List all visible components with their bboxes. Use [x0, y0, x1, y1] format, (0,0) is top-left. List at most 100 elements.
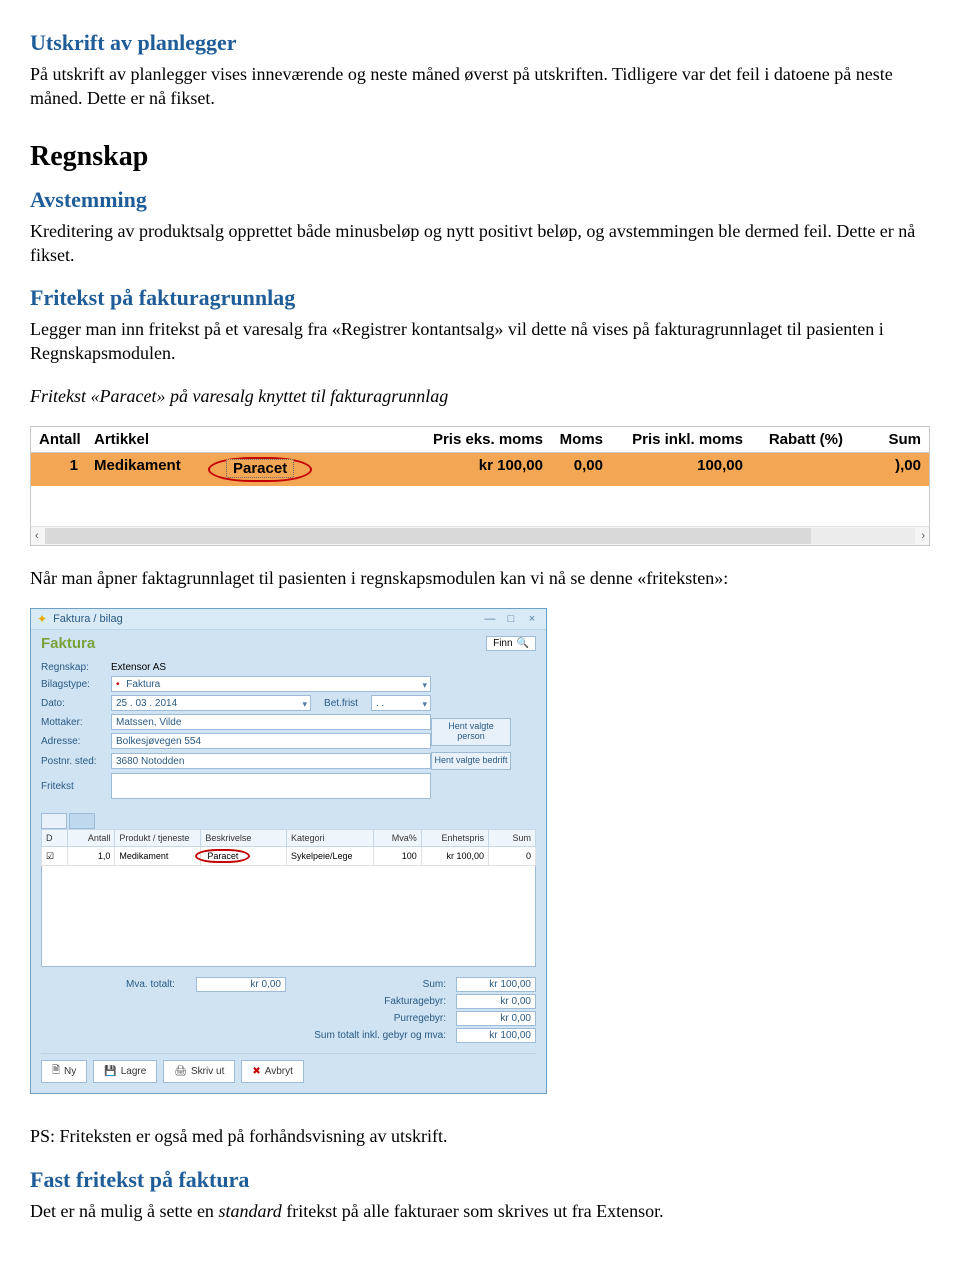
col-fritekst — [216, 427, 401, 452]
paragraph: Når man åpner faktagrunnlaget til pasien… — [30, 566, 930, 590]
cell-artikkel: Medikament — [86, 453, 216, 486]
lagre-button[interactable]: 💾 Lagre — [93, 1060, 157, 1083]
window-title: Faktura / bilag — [53, 613, 480, 625]
label-postnr: Postnr. sted: — [41, 756, 111, 767]
value-fakturagebyr: kr 0,00 — [456, 994, 536, 1009]
avbryt-label: Avbryt — [265, 1066, 293, 1077]
bilagstype-dropdown[interactable]: • Faktura — [111, 676, 431, 692]
scroll-left-icon[interactable]: ‹ — [31, 530, 43, 542]
item-tabs — [41, 813, 536, 829]
postnr-field[interactable]: 3680 Notodden — [111, 753, 431, 769]
highlighted-fritekst: Paracet — [226, 459, 294, 478]
skriv-ut-button[interactable]: 🖨 Skriv ut — [163, 1060, 235, 1083]
save-icon: 💾 — [104, 1066, 116, 1077]
betfrist-field[interactable]: . . — [371, 695, 431, 711]
cell-sum: 0 — [489, 847, 536, 866]
faktura-window: ✦ Faktura / bilag — □ × Faktura Finn 🔍 R… — [30, 608, 547, 1094]
hent-person-button[interactable]: Hent valgte person — [431, 718, 511, 746]
lagre-label: Lagre — [121, 1066, 147, 1077]
col-rabatt: Rabatt (%) — [751, 427, 851, 452]
scroll-thumb[interactable] — [45, 528, 811, 544]
window-close-icon[interactable]: × — [524, 613, 540, 625]
label-betfrist: Bet.frist — [311, 698, 371, 709]
print-icon: 🖨 — [174, 1066, 187, 1077]
cell-check[interactable]: ☑ — [42, 847, 68, 866]
col-pris-inkl: Pris inkl. moms — [611, 427, 751, 452]
heading-utskrift: Utskrift av planlegger — [30, 30, 930, 56]
cell-beskrivelse: Paracet — [201, 847, 287, 866]
col-antall: Antall — [68, 830, 115, 847]
table-row[interactable]: 1 Medikament Paracet kr 100,00 0,00 100,… — [31, 453, 929, 486]
scroll-right-icon[interactable]: › — [917, 530, 929, 542]
cell-rabatt — [751, 453, 851, 486]
fritekst-field[interactable] — [111, 773, 431, 799]
cell-pris-eks: kr 100,00 — [401, 453, 551, 486]
heading-regnskap: Regnskap — [30, 141, 930, 173]
col-mva: Mva% — [374, 830, 422, 847]
label-sum-totalt: Sum totalt inkl. gebyr og mva: — [296, 1030, 446, 1041]
items-blank-area — [41, 866, 536, 967]
scroll-track[interactable] — [45, 528, 916, 544]
table-screenshot: Antall Artikkel Pris eks. moms Moms Pris… — [30, 426, 930, 546]
value-purregebyr: kr 0,00 — [456, 1011, 536, 1026]
text-em: standard — [218, 1201, 281, 1221]
cell-antall: 1 — [31, 453, 86, 486]
value-sum-totalt: kr 100,00 — [456, 1028, 536, 1043]
cell-enhetspris: kr 100,00 — [421, 847, 488, 866]
label-dato: Dato: — [41, 698, 111, 709]
label-bilagstype: Bilagstype: — [41, 679, 111, 690]
paragraph: Legger man inn fritekst på et varesalg f… — [30, 317, 930, 366]
label-adresse: Adresse: — [41, 736, 111, 747]
col-pris-eks: Pris eks. moms — [401, 427, 551, 452]
hent-bedrift-button[interactable]: Hent valgte bedrift — [431, 752, 511, 770]
window-titlebar[interactable]: ✦ Faktura / bilag — □ × — [31, 609, 546, 630]
col-antall: Antall — [31, 427, 86, 452]
col-check: D — [42, 830, 68, 847]
horizontal-scrollbar[interactable]: ‹ › — [31, 526, 929, 545]
totals-section: Mva. totalt: kr 0,00 Sum: kr 100,00 Fakt… — [41, 977, 536, 1043]
paragraph-ps: PS: Friteksten er også med på forhåndsvi… — [30, 1124, 930, 1148]
col-artikkel: Artikkel — [86, 427, 216, 452]
ny-button[interactable]: 🗎 Ny — [41, 1060, 87, 1083]
cell-antall: 1,0 — [68, 847, 115, 866]
col-produkt: Produkt / tjeneste — [115, 830, 201, 847]
paragraph: På utskrift av planlegger vises innevære… — [30, 62, 930, 111]
dato-field[interactable]: 25 . 03 . 2014 — [111, 695, 311, 711]
finn-label: Finn — [493, 638, 512, 649]
cell-kategori: Sykelpeie/Lege — [287, 847, 374, 866]
col-sum: Sum — [489, 830, 536, 847]
label-mva-totalt: Mva. totalt: — [126, 979, 186, 990]
text-post: fritekst på alle fakturaer som skrives u… — [282, 1201, 664, 1221]
caption: Fritekst «Paracet» på varesalg knyttet t… — [30, 384, 930, 408]
cell-sum: ),00 — [851, 453, 929, 486]
items-row[interactable]: ☑ 1,0 Medikament Paracet Sykelpeie/Lege … — [42, 847, 536, 866]
label-purregebyr: Purregebyr: — [296, 1013, 446, 1024]
heading-fritekst-grunnlag: Fritekst på fakturagrunnlag — [30, 285, 930, 311]
cell-moms: 0,00 — [551, 453, 611, 486]
window-minimize-icon[interactable]: — — [482, 613, 498, 625]
col-beskrivelse: Beskrivelse — [201, 830, 287, 847]
label-mottaker: Mottaker: — [41, 717, 111, 728]
label-fakturagebyr: Fakturagebyr: — [296, 996, 446, 1007]
adresse-field[interactable]: Bolkesjøvegen 554 — [111, 733, 431, 749]
bilagstype-value: Faktura — [126, 679, 160, 690]
label-sum: Sum: — [296, 979, 446, 990]
value-sum: kr 100,00 — [456, 977, 536, 992]
heading-avstemming: Avstemming — [30, 187, 930, 213]
paragraph: Det er nå mulig å sette en standard frit… — [30, 1199, 930, 1223]
items-table: D Antall Produkt / tjeneste Beskrivelse … — [41, 829, 536, 866]
avbryt-button[interactable]: ✖ Avbryt — [241, 1060, 304, 1083]
value-regnskap: Extensor AS — [111, 662, 311, 673]
mottaker-field[interactable]: Matssen, Vilde — [111, 714, 431, 730]
col-enhetspris: Enhetspris — [421, 830, 488, 847]
item-tab[interactable] — [41, 813, 67, 829]
faktura-heading: Faktura — [41, 635, 486, 652]
window-maximize-icon[interactable]: □ — [503, 613, 519, 625]
search-icon: 🔍 — [517, 638, 529, 649]
value-mva-totalt: kr 0,00 — [196, 977, 286, 992]
table-header-row: Antall Artikkel Pris eks. moms Moms Pris… — [31, 427, 929, 453]
cell-fritekst: Paracet — [216, 453, 401, 486]
finn-button[interactable]: Finn 🔍 — [486, 636, 536, 651]
item-tab-active[interactable] — [69, 813, 95, 829]
label-fritekst: Fritekst — [41, 781, 111, 792]
